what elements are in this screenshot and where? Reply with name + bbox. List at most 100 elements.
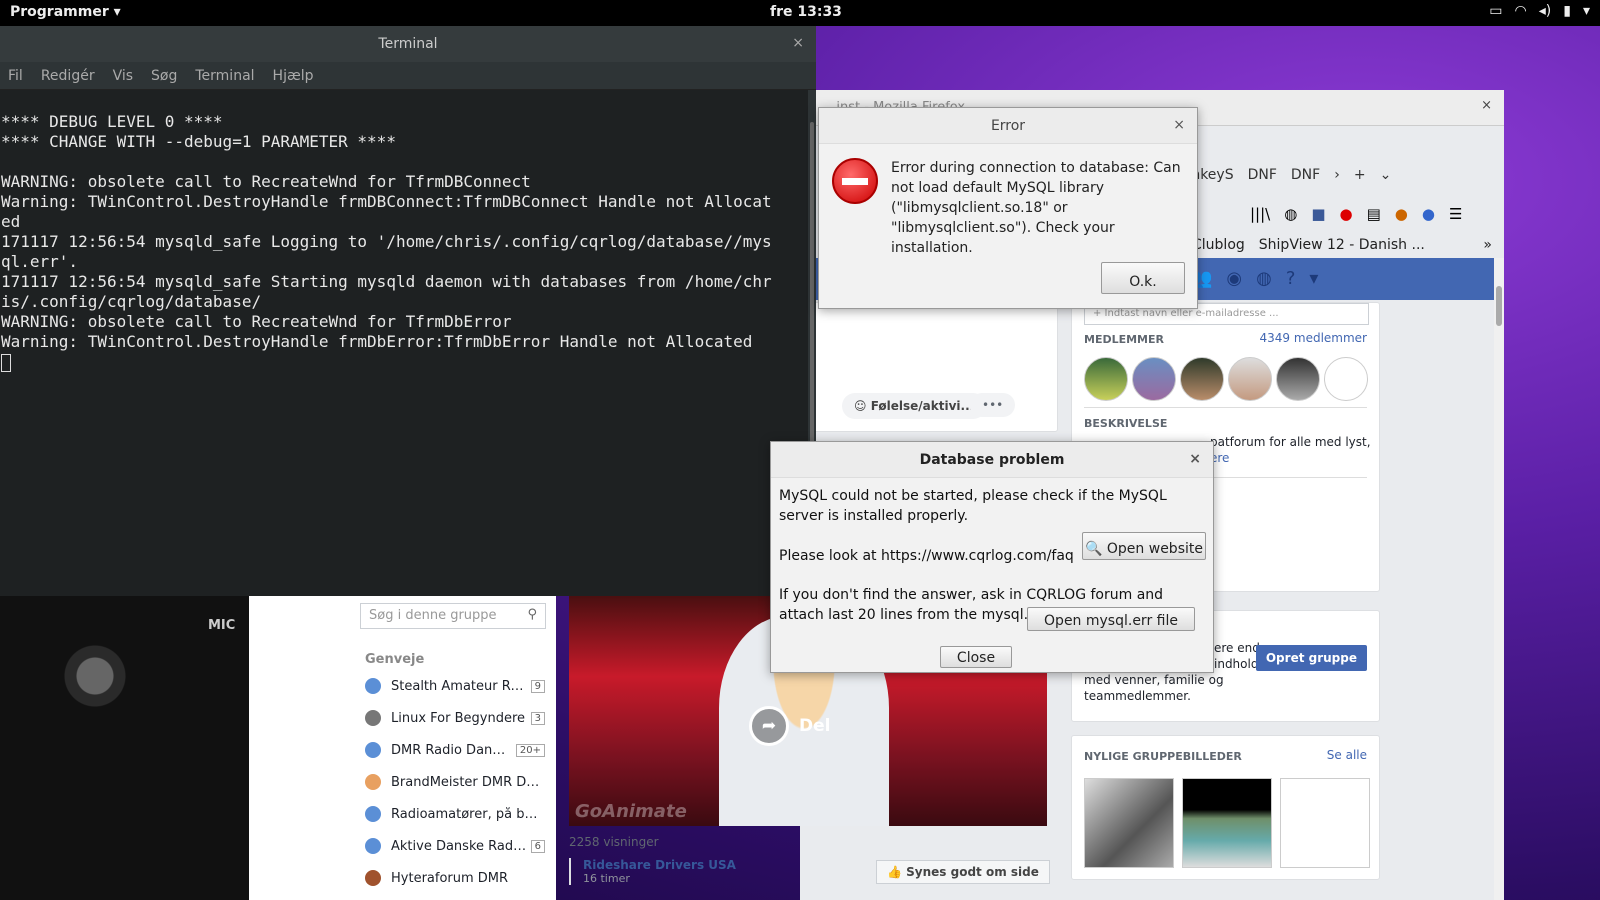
terminal-line: ql.err'. — [1, 252, 79, 271]
system-tray[interactable]: ▭ ◠ ◂) ▮ ▾ — [1489, 3, 1590, 19]
power-menu-icon[interactable]: ▾ — [1583, 3, 1590, 19]
globe-icon[interactable]: ◍ — [1256, 268, 1272, 289]
search-icon[interactable]: ⚲ — [527, 607, 537, 622]
thumbs-up-icon: 👍 — [887, 865, 902, 879]
group-photo[interactable] — [1182, 778, 1272, 868]
close-icon[interactable]: × — [1189, 451, 1201, 467]
addon-owl-icon[interactable]: ● — [1395, 205, 1408, 223]
ok-button[interactable]: O.k. — [1101, 262, 1185, 294]
close-icon[interactable]: × — [792, 35, 804, 51]
menu-sog[interactable]: Søg — [151, 68, 177, 84]
group-icon — [365, 678, 381, 694]
menu-rediger[interactable]: Redigér — [41, 68, 95, 84]
close-icon[interactable]: × — [1481, 98, 1492, 113]
background-photo — [0, 596, 249, 900]
menu-icon[interactable]: ☰ — [1449, 205, 1462, 223]
menu-vis[interactable]: Vis — [113, 68, 133, 84]
terminal-cursor-line — [0, 352, 808, 372]
facebook-icon[interactable]: ■ — [1311, 205, 1325, 223]
error-message: Error during connection to database: Can… — [891, 160, 1181, 256]
tab-dnf-1[interactable]: DNF — [1248, 167, 1277, 183]
shortcut-item[interactable]: BrandMeister DMR Dan... — [365, 772, 545, 792]
messenger-icon[interactable]: ◉ — [1226, 268, 1242, 289]
help-icon[interactable]: ? — [1286, 268, 1296, 289]
shortcut-item[interactable]: Stealth Amateur Radio 9 — [365, 676, 545, 696]
shortcut-item[interactable]: Radioamatører, på bølg... — [365, 804, 545, 824]
terminal-line: 171117 12:56:54 mysqld_safe Logging to '… — [1, 232, 772, 251]
firefox-toolbar: |||\ ◍ ■ ● ▤ ● ● ☰ — [1170, 196, 1504, 232]
menu-hjaelp[interactable]: Hjælp — [273, 68, 314, 84]
terminal-line: WARNING: obsolete call to RecreateWnd fo… — [1, 312, 512, 331]
like-page-label: Synes godt om side — [906, 865, 1039, 879]
description-text: patforum for alle med lyst, — [1210, 435, 1371, 449]
avatar[interactable] — [1324, 357, 1368, 401]
more-options-button[interactable]: ••• — [970, 393, 1016, 417]
shortcuts-title: Genveje — [365, 652, 425, 667]
create-text-2: indhold — [1214, 657, 1259, 671]
count-badge: 20+ — [515, 743, 545, 757]
create-group-button[interactable]: Opret gruppe — [1255, 645, 1367, 671]
chevron-right-icon[interactable]: › — [1334, 167, 1340, 183]
share-overlay[interactable]: ➦ Del — [749, 706, 830, 746]
terminal-line: 171117 12:56:54 mysqld_safe Starting mys… — [1, 272, 772, 291]
terminal-menubar: Fil Redigér Vis Søg Terminal Hjælp — [0, 62, 816, 90]
avatar[interactable] — [1180, 357, 1224, 401]
members-label: MEDLEMMER — [1084, 333, 1164, 346]
feeling-activity-button[interactable]: ☺ Følelse/aktivi... — [842, 393, 987, 419]
addon-red-icon[interactable]: ● — [1340, 205, 1353, 223]
sidebar-icon[interactable]: ▤ — [1367, 205, 1381, 223]
scrollbar-thumb[interactable] — [1496, 286, 1502, 326]
display-icon[interactable]: ▭ — [1489, 3, 1502, 19]
open-mysql-err-button[interactable]: Open mysql.err file — [1027, 607, 1195, 631]
volume-icon[interactable]: ◂) — [1539, 3, 1552, 19]
chevron-down-icon[interactable]: ⌄ — [1380, 167, 1392, 183]
applications-menu[interactable]: Programmer ▾ — [10, 4, 121, 20]
battery-icon[interactable]: ▮ — [1563, 3, 1571, 19]
chevron-double-right-icon[interactable]: » — [1483, 237, 1492, 253]
share-icon[interactable]: ➦ — [749, 706, 789, 746]
shortcut-item[interactable]: DMR Radio Danmark20+ — [365, 740, 545, 760]
bookmark-clublog[interactable]: Clublog — [1192, 237, 1245, 253]
avatar[interactable] — [1276, 357, 1320, 401]
description-label: BESKRIVELSE — [1084, 417, 1168, 430]
firefox-scrollbar[interactable] — [1494, 258, 1504, 900]
library-icon[interactable]: |||\ — [1250, 205, 1270, 223]
avatar[interactable] — [1228, 357, 1272, 401]
bookmark-shipview[interactable]: ShipView 12 - Danish ... — [1259, 237, 1425, 253]
poster-name-link[interactable]: Rideshare Drivers USA — [583, 858, 736, 872]
avatar[interactable] — [1084, 357, 1128, 401]
group-photo[interactable] — [1280, 778, 1370, 868]
wifi-icon[interactable]: ◠ — [1515, 3, 1527, 19]
group-icon — [365, 870, 381, 886]
clock[interactable]: fre 13:33 — [770, 4, 842, 20]
addon-color-icon[interactable]: ● — [1422, 205, 1435, 223]
menu-fil[interactable]: Fil — [8, 68, 23, 84]
open-website-button[interactable]: 🔍 Open website — [1082, 532, 1206, 560]
create-text-1: ere end — [1214, 641, 1260, 655]
terminal-output[interactable]: **** DEBUG LEVEL 0 **** **** CHANGE WITH… — [0, 90, 808, 596]
group-photo[interactable] — [1084, 778, 1174, 868]
terminal-line: ed — [1, 212, 21, 231]
extension-icon[interactable]: ◍ — [1284, 205, 1297, 223]
terminal-window[interactable]: Terminal × Fil Redigér Vis Søg Terminal … — [0, 26, 816, 596]
menu-terminal[interactable]: Terminal — [195, 68, 254, 84]
error-dialog: Error × Error during connection to datab… — [818, 107, 1198, 309]
error-stop-icon — [832, 158, 878, 204]
tab-dnf-2[interactable]: DNF — [1291, 167, 1320, 183]
group-search-input[interactable]: Søg i denne gruppe ⚲ — [360, 603, 546, 629]
account-menu-icon[interactable]: ▾ — [1309, 268, 1318, 289]
members-count-link[interactable]: 4349 medlemmer — [1260, 331, 1367, 345]
shortcut-item[interactable]: Aktive Danske Radio... 6 — [365, 836, 545, 856]
new-tab-icon[interactable]: + — [1354, 167, 1366, 183]
see-all-link[interactable]: Se alle — [1327, 748, 1367, 762]
like-page-button[interactable]: 👍 Synes godt om side — [876, 860, 1050, 884]
close-icon[interactable]: × — [1173, 117, 1185, 133]
shortcut-item[interactable]: Hyteraforum DMR — [365, 868, 545, 888]
terminal-line: **** CHANGE WITH --debug=1 PARAMETER ***… — [1, 132, 396, 151]
shortcut-item[interactable]: Linux For Begyndere 3 — [365, 708, 545, 728]
close-button[interactable]: Close — [940, 646, 1012, 668]
feeling-label: Følelse/aktivi... — [870, 399, 975, 413]
group-icon — [365, 838, 381, 854]
avatar[interactable] — [1132, 357, 1176, 401]
